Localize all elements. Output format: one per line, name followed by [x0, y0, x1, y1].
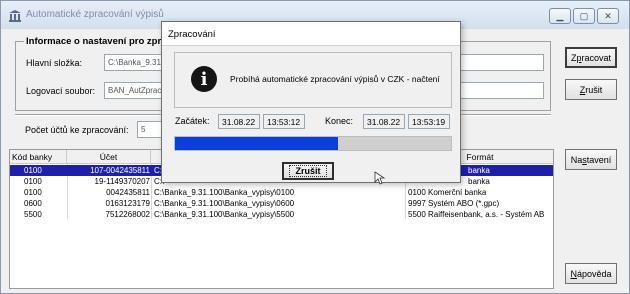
maximize-button[interactable]: ▢	[573, 8, 595, 24]
cell-format: 0100 Komerční banka	[408, 188, 487, 197]
message-panel: i Probíhá automatické zpracování výpisů …	[174, 52, 452, 108]
cell-account: 19-1149370207	[94, 177, 150, 186]
dialog-title: Zpracování	[168, 29, 216, 40]
cell-bank-code: 0600	[24, 199, 42, 208]
cell-bank-code: 5500	[24, 210, 42, 219]
minimize-icon: ▁	[556, 10, 564, 21]
cell-bank-code: 0100	[24, 177, 42, 186]
dialog-title-bar[interactable]: Zpracování	[162, 22, 460, 46]
end-label: Konec:	[325, 116, 354, 126]
column-header-account[interactable]: Účet	[67, 150, 151, 164]
log-file-label: Logovací soubor:	[26, 86, 96, 96]
group-legend: Informace o nastavení pro zpr	[24, 36, 164, 47]
start-time-field: 13:53:12	[263, 114, 305, 129]
cell-account: 107-0042435811	[90, 166, 150, 175]
mouse-cursor-icon	[374, 171, 386, 185]
cell-format: banka	[468, 166, 490, 175]
cell-format: 9997 Systém ABO (*.gpc)	[408, 199, 500, 208]
processing-dialog: Zpracování i Probíhá automatické zpracov…	[161, 21, 461, 183]
settings-button[interactable]: Na s tavení	[565, 149, 617, 170]
close-icon: ✕	[604, 10, 612, 21]
cell-account: 0163123179	[105, 199, 151, 208]
cancel-button[interactable]: Zrušit	[565, 79, 617, 100]
cell-path: C:\Banka_9.31.100\Banka_vypisy\0600	[154, 199, 295, 208]
window-title: Automatické zpracování výpisů	[26, 9, 164, 20]
table-row[interactable]: 5500 7512268002 C:\Banka_9.31.100\Banka_…	[10, 209, 553, 220]
progress-bar	[174, 136, 452, 151]
table-row[interactable]: 0100 0042435811 C:\Banka_9.31.100\Banka_…	[10, 187, 553, 198]
help-button[interactable]: Nápověda	[565, 263, 617, 284]
status-message: Probíhá automatické zpracování výpisů v …	[230, 74, 440, 84]
close-button[interactable]: ✕	[597, 8, 619, 24]
cell-path: C:\Banka_9.31.100\Banka_vypisy\0100	[154, 188, 295, 197]
cell-bank-code: 0100	[24, 188, 42, 197]
process-button[interactable]: Zp racovat	[565, 47, 617, 68]
cell-account: 0042435811	[106, 188, 150, 197]
accounts-count-label: Počet účtů ke zpracování:	[25, 125, 129, 135]
main-window: Automatické zpracování výpisů ▁ ▢ ✕ Info…	[0, 0, 630, 294]
table-row[interactable]: 0600 0163123179 C:\Banka_9.31.100\Banka_…	[10, 198, 553, 209]
cell-bank-code: 0100	[24, 166, 42, 175]
dialog-cancel-button[interactable]: Zrušit	[282, 162, 334, 180]
progress-fill	[175, 137, 338, 150]
minimize-button[interactable]: ▁	[549, 8, 571, 24]
end-time-field: 13:53:19	[408, 114, 450, 129]
cell-format: banka	[468, 177, 490, 186]
column-header-bank-code[interactable]: Kód banky	[10, 150, 67, 164]
cell-path: C:\Banka_9.31.100\Banka_vypisy\5500	[154, 210, 295, 219]
maximize-icon: ▢	[579, 10, 589, 21]
cell-account: 7512268002	[105, 210, 151, 219]
main-folder-label: Hlavní složka:	[26, 58, 83, 68]
start-date-field: 31.08.22	[218, 114, 260, 129]
cell-format: 5500 Raiffeisenbank, a.s. - Systém AB	[408, 210, 545, 219]
start-label: Začátek:	[175, 116, 210, 126]
info-icon: i	[191, 66, 217, 92]
bank-building-icon	[9, 10, 21, 22]
end-date-field: 31.08.22	[363, 114, 405, 129]
